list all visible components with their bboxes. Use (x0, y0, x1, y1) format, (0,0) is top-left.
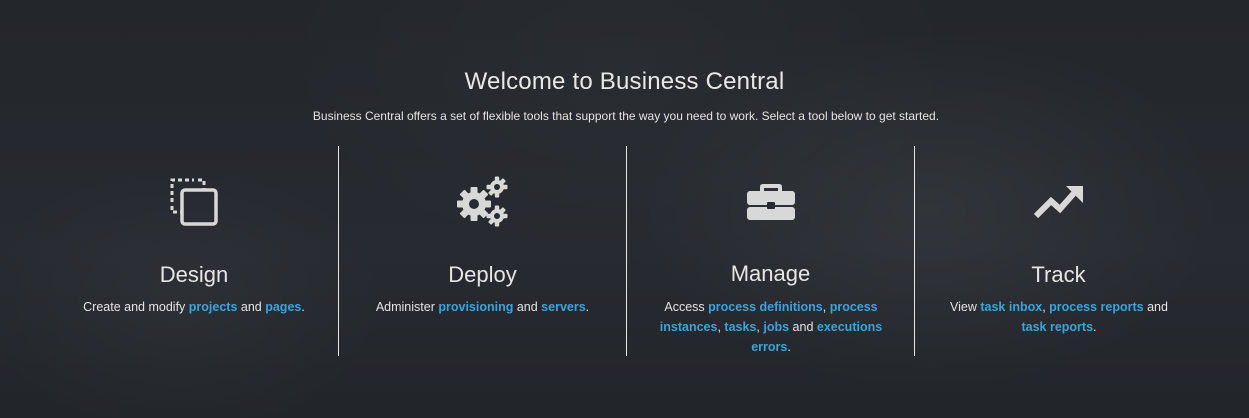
process-definitions-link[interactable]: process definitions (708, 300, 823, 314)
welcome-subtitle: Business Central offers a set of flexibl… (312, 109, 940, 123)
welcome-page: Welcome to Business Central Business Cen… (0, 0, 1249, 418)
manage-text: , (822, 300, 830, 314)
manage-title: Manage (730, 261, 811, 286)
jobs-link[interactable]: jobs (763, 320, 789, 334)
gears-icon[interactable] (455, 174, 511, 230)
design-title: Design (159, 262, 229, 287)
manage-card: Manage Access process definitions, proce… (626, 146, 914, 356)
task-reports-link[interactable]: task reports (1021, 320, 1093, 334)
tool-cards: Design Create and modify projects and pa… (50, 146, 1202, 356)
track-text: . (1093, 320, 1097, 334)
manage-text: and (789, 320, 817, 334)
deploy-description: Administer provisioning and servers. (339, 297, 626, 317)
manage-text: Access (664, 300, 709, 314)
design-text: . (301, 300, 305, 314)
track-title: Track (1031, 262, 1086, 287)
design-description: Create and modify projects and pages. (50, 297, 338, 317)
design-card: Design Create and modify projects and pa… (50, 146, 338, 356)
provisioning-link[interactable]: provisioning (438, 300, 513, 314)
track-text: View (950, 300, 981, 314)
track-description: View task inbox, process reports and tas… (945, 297, 1173, 337)
track-card: Track View task inbox, process reports a… (914, 146, 1202, 356)
tasks-link[interactable]: tasks (724, 320, 756, 334)
deploy-text: . (585, 300, 590, 314)
manage-text: . (787, 340, 791, 354)
copy-icon[interactable] (166, 174, 222, 230)
process-reports-link[interactable]: process reports (1049, 300, 1143, 314)
deploy-title: Deploy (448, 262, 517, 287)
task-inbox-link[interactable]: task inbox (980, 300, 1042, 314)
trend-up-icon[interactable] (1031, 174, 1087, 230)
track-text: and (1143, 300, 1168, 314)
pages-link[interactable]: pages (265, 300, 301, 314)
deploy-text: and (513, 300, 542, 314)
deploy-text: Administer (375, 300, 439, 314)
design-text: and (237, 300, 266, 314)
welcome-title: Welcome to Business Central (464, 68, 785, 95)
manage-description: Access process definitions, process inst… (657, 297, 885, 357)
servers-link[interactable]: servers (541, 300, 586, 314)
deploy-card: Deploy Administer provisioning and serve… (338, 146, 626, 356)
design-text: Create and modify (83, 300, 189, 314)
briefcase-icon[interactable] (743, 174, 799, 230)
projects-link[interactable]: projects (189, 300, 238, 314)
